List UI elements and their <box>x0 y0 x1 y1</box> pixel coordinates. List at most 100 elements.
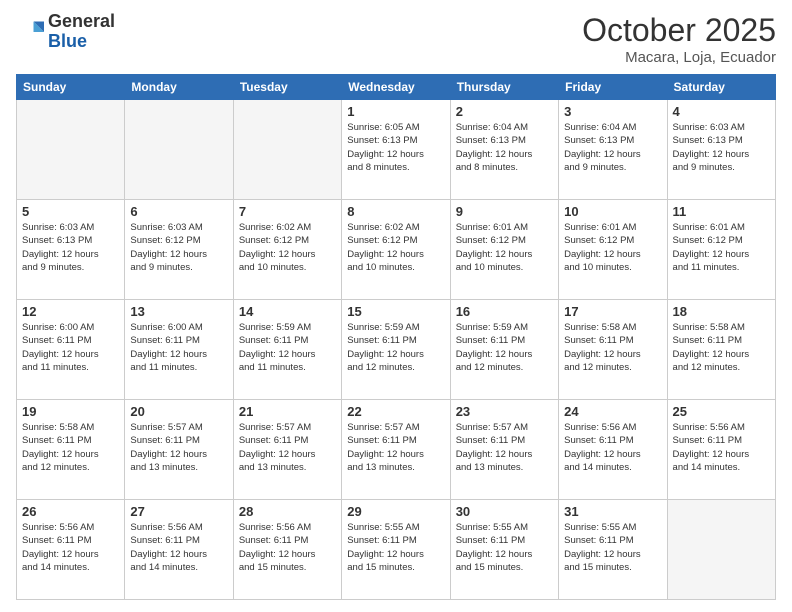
calendar-cell: 18 Sunrise: 5:58 AM Sunset: 6:11 PM Dayli… <box>667 300 775 400</box>
day-number: 30 <box>456 504 553 519</box>
day-info: Sunrise: 6:00 AM Sunset: 6:11 PM Dayligh… <box>22 321 119 374</box>
day-number: 9 <box>456 204 553 219</box>
day-number: 23 <box>456 404 553 419</box>
day-number: 11 <box>673 204 770 219</box>
day-number: 3 <box>564 104 661 119</box>
day-info: Sunrise: 5:59 AM Sunset: 6:11 PM Dayligh… <box>347 321 444 374</box>
calendar-cell: 25 Sunrise: 5:56 AM Sunset: 6:11 PM Dayli… <box>667 400 775 500</box>
header: General Blue October 2025 Macara, Loja, … <box>16 12 776 66</box>
calendar-cell: 5 Sunrise: 6:03 AM Sunset: 6:13 PM Daylig… <box>17 200 125 300</box>
day-info: Sunrise: 5:58 AM Sunset: 6:11 PM Dayligh… <box>564 321 661 374</box>
calendar-cell: 4Sunrise: 6:03 AM Sunset: 6:13 PM Daylig… <box>667 100 775 200</box>
day-number: 31 <box>564 504 661 519</box>
day-number: 22 <box>347 404 444 419</box>
calendar-cell: 3Sunrise: 6:04 AM Sunset: 6:13 PM Daylig… <box>559 100 667 200</box>
calendar-cell: 15 Sunrise: 5:59 AM Sunset: 6:11 PM Dayli… <box>342 300 450 400</box>
calendar-cell: 31 Sunrise: 5:55 AM Sunset: 6:11 PM Dayli… <box>559 500 667 600</box>
day-info: Sunrise: 5:56 AM Sunset: 6:11 PM Dayligh… <box>22 521 119 574</box>
day-info: Sunrise: 5:57 AM Sunset: 6:11 PM Dayligh… <box>456 421 553 474</box>
day-info: Sunrise: 5:55 AM Sunset: 6:11 PM Dayligh… <box>456 521 553 574</box>
day-number: 7 <box>239 204 336 219</box>
header-sunday: Sunday <box>17 75 125 100</box>
logo-icon <box>16 18 44 46</box>
header-saturday: Saturday <box>667 75 775 100</box>
calendar-cell <box>667 500 775 600</box>
calendar-cell: 7 Sunrise: 6:02 AM Sunset: 6:12 PM Daylig… <box>233 200 341 300</box>
day-number: 29 <box>347 504 444 519</box>
calendar-cell: 26Sunrise: 5:56 AM Sunset: 6:11 PM Dayli… <box>17 500 125 600</box>
day-number: 13 <box>130 304 227 319</box>
day-number: 21 <box>239 404 336 419</box>
calendar-cell: 12 Sunrise: 6:00 AM Sunset: 6:11 PM Dayli… <box>17 300 125 400</box>
calendar-cell: 10Sunrise: 6:01 AM Sunset: 6:12 PM Dayli… <box>559 200 667 300</box>
month-year: October 2025 <box>582 12 776 49</box>
calendar-cell: 20 Sunrise: 5:57 AM Sunset: 6:11 PM Dayli… <box>125 400 233 500</box>
day-number: 5 <box>22 204 119 219</box>
calendar-cell: 13Sunrise: 6:00 AM Sunset: 6:11 PM Dayli… <box>125 300 233 400</box>
day-info: Sunrise: 5:57 AM Sunset: 6:11 PM Dayligh… <box>239 421 336 474</box>
calendar-cell: 19 Sunrise: 5:58 AM Sunset: 6:11 PM Dayli… <box>17 400 125 500</box>
logo-general: General <box>48 11 115 31</box>
day-number: 15 <box>347 304 444 319</box>
logo: General Blue <box>16 12 115 52</box>
calendar-cell: 6Sunrise: 6:03 AM Sunset: 6:12 PM Daylig… <box>125 200 233 300</box>
calendar-cell: 2 Sunrise: 6:04 AM Sunset: 6:13 PM Daylig… <box>450 100 558 200</box>
location: Macara, Loja, Ecuador <box>582 49 776 66</box>
calendar-cell: 1 Sunrise: 6:05 AM Sunset: 6:13 PM Daylig… <box>342 100 450 200</box>
day-info: Sunrise: 5:59 AM Sunset: 6:11 PM Dayligh… <box>239 321 336 374</box>
day-number: 28 <box>239 504 336 519</box>
calendar-cell: 28 Sunrise: 5:56 AM Sunset: 6:11 PM Dayli… <box>233 500 341 600</box>
day-info: Sunrise: 5:56 AM Sunset: 6:11 PM Dayligh… <box>239 521 336 574</box>
day-info: Sunrise: 5:55 AM Sunset: 6:11 PM Dayligh… <box>347 521 444 574</box>
day-number: 18 <box>673 304 770 319</box>
day-info: Sunrise: 5:55 AM Sunset: 6:11 PM Dayligh… <box>564 521 661 574</box>
header-wednesday: Wednesday <box>342 75 450 100</box>
calendar-cell: 14Sunrise: 5:59 AM Sunset: 6:11 PM Dayli… <box>233 300 341 400</box>
day-info: Sunrise: 6:02 AM Sunset: 6:12 PM Dayligh… <box>239 221 336 274</box>
day-info: Sunrise: 5:56 AM Sunset: 6:11 PM Dayligh… <box>673 421 770 474</box>
header-monday: Monday <box>125 75 233 100</box>
day-info: Sunrise: 5:58 AM Sunset: 6:11 PM Dayligh… <box>22 421 119 474</box>
calendar-cell: 21 Sunrise: 5:57 AM Sunset: 6:11 PM Dayli… <box>233 400 341 500</box>
calendar-cell: 27 Sunrise: 5:56 AM Sunset: 6:11 PM Dayli… <box>125 500 233 600</box>
day-number: 1 <box>347 104 444 119</box>
day-info: Sunrise: 6:01 AM Sunset: 6:12 PM Dayligh… <box>456 221 553 274</box>
day-number: 16 <box>456 304 553 319</box>
day-number: 19 <box>22 404 119 419</box>
header-tuesday: Tuesday <box>233 75 341 100</box>
day-info: Sunrise: 6:04 AM Sunset: 6:13 PM Dayligh… <box>456 121 553 174</box>
day-info: Sunrise: 6:03 AM Sunset: 6:13 PM Dayligh… <box>22 221 119 274</box>
week-row-4: 26Sunrise: 5:56 AM Sunset: 6:11 PM Dayli… <box>17 500 776 600</box>
week-row-1: 5 Sunrise: 6:03 AM Sunset: 6:13 PM Daylig… <box>17 200 776 300</box>
calendar-cell: 9 Sunrise: 6:01 AM Sunset: 6:12 PM Daylig… <box>450 200 558 300</box>
day-number: 12 <box>22 304 119 319</box>
day-info: Sunrise: 6:01 AM Sunset: 6:12 PM Dayligh… <box>564 221 661 274</box>
calendar-cell: 11 Sunrise: 6:01 AM Sunset: 6:12 PM Dayli… <box>667 200 775 300</box>
logo-blue: Blue <box>48 31 87 51</box>
calendar-cell <box>125 100 233 200</box>
week-row-0: 1 Sunrise: 6:05 AM Sunset: 6:13 PM Daylig… <box>17 100 776 200</box>
day-info: Sunrise: 5:56 AM Sunset: 6:11 PM Dayligh… <box>130 521 227 574</box>
calendar-cell: 29 Sunrise: 5:55 AM Sunset: 6:11 PM Dayli… <box>342 500 450 600</box>
day-number: 2 <box>456 104 553 119</box>
logo-text: General Blue <box>48 12 115 52</box>
calendar-cell <box>17 100 125 200</box>
header-friday: Friday <box>559 75 667 100</box>
day-number: 25 <box>673 404 770 419</box>
day-number: 6 <box>130 204 227 219</box>
calendar-cell: 8Sunrise: 6:02 AM Sunset: 6:12 PM Daylig… <box>342 200 450 300</box>
header-thursday: Thursday <box>450 75 558 100</box>
day-info: Sunrise: 5:58 AM Sunset: 6:11 PM Dayligh… <box>673 321 770 374</box>
day-info: Sunrise: 6:02 AM Sunset: 6:12 PM Dayligh… <box>347 221 444 274</box>
calendar-cell: 23 Sunrise: 5:57 AM Sunset: 6:11 PM Dayli… <box>450 400 558 500</box>
weekday-header-row: Sunday Monday Tuesday Wednesday Thursday… <box>17 75 776 100</box>
page: General Blue October 2025 Macara, Loja, … <box>0 0 792 612</box>
day-number: 27 <box>130 504 227 519</box>
day-info: Sunrise: 6:05 AM Sunset: 6:13 PM Dayligh… <box>347 121 444 174</box>
week-row-2: 12 Sunrise: 6:00 AM Sunset: 6:11 PM Dayli… <box>17 300 776 400</box>
title-block: October 2025 Macara, Loja, Ecuador <box>582 12 776 66</box>
calendar-cell: 24Sunrise: 5:56 AM Sunset: 6:11 PM Dayli… <box>559 400 667 500</box>
day-number: 20 <box>130 404 227 419</box>
day-info: Sunrise: 5:57 AM Sunset: 6:11 PM Dayligh… <box>130 421 227 474</box>
day-info: Sunrise: 6:01 AM Sunset: 6:12 PM Dayligh… <box>673 221 770 274</box>
